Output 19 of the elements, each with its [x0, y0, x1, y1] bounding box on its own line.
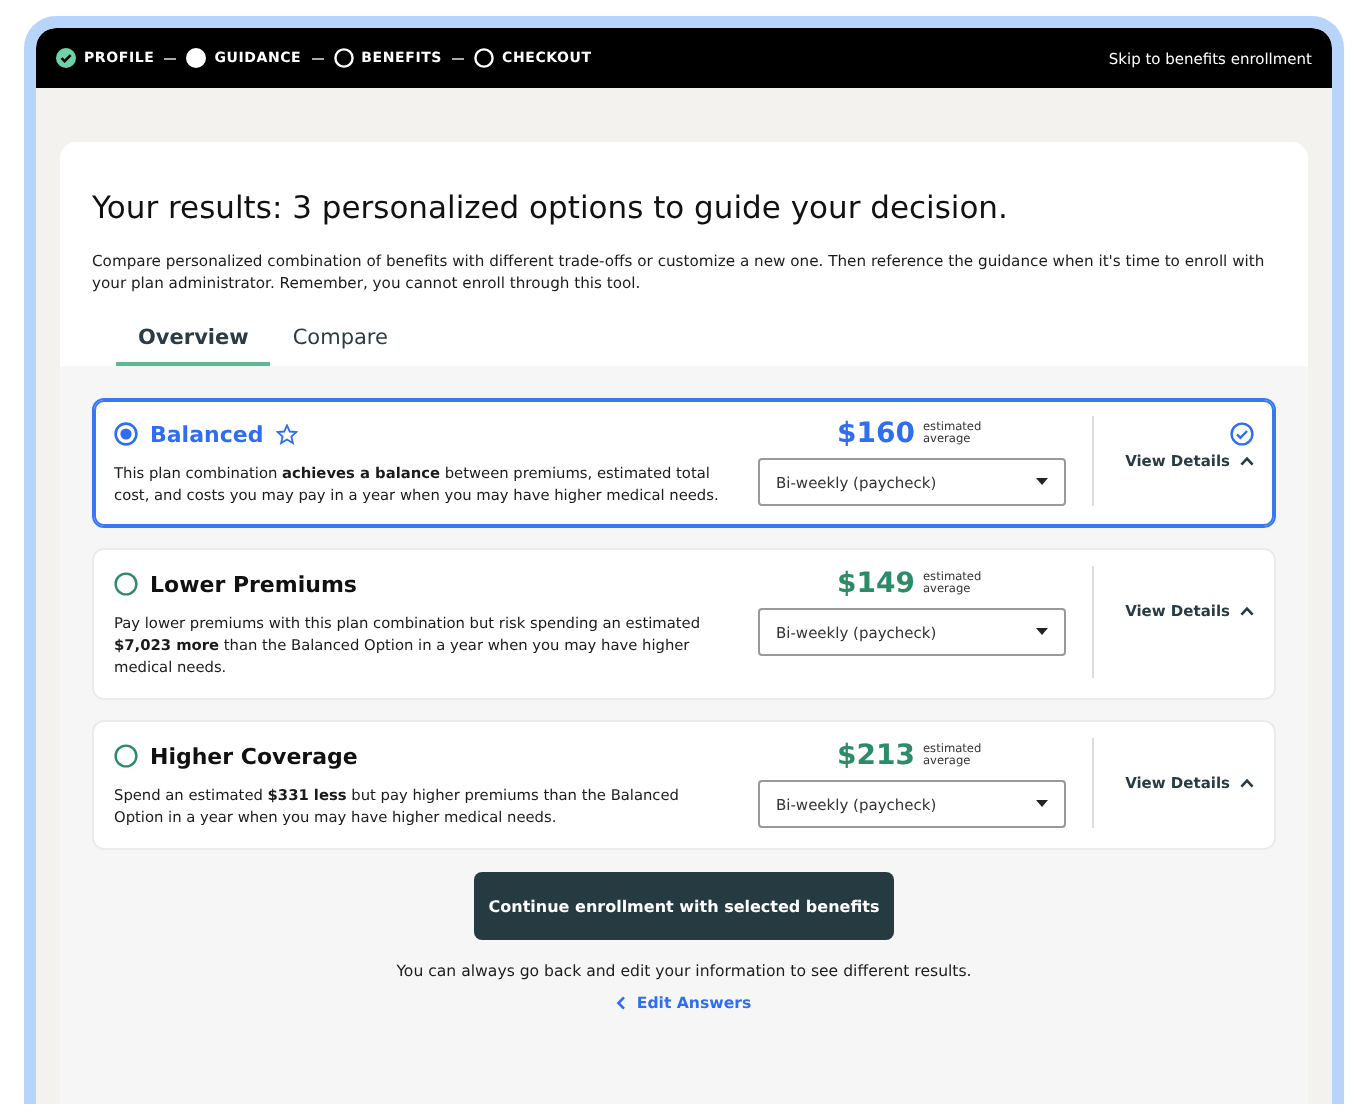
- option-title: Higher Coverage: [150, 743, 358, 769]
- chevron-up-icon: [1240, 456, 1254, 466]
- price: $160: [837, 418, 915, 450]
- option-title: Lower Premiums: [150, 571, 357, 597]
- price: $149: [837, 568, 915, 600]
- chevron-up-icon: [1240, 778, 1254, 788]
- radio-button[interactable]: [114, 422, 138, 446]
- tab[interactable]: Compare: [270, 314, 410, 366]
- continue-button[interactable]: Continue enrollment with selected benefits: [474, 872, 894, 940]
- chevron-left-icon: [616, 996, 627, 1010]
- radio-button[interactable]: [114, 744, 138, 768]
- price: $213: [837, 740, 915, 772]
- caret-icon: [1036, 800, 1048, 808]
- radio-button[interactable]: [114, 572, 138, 596]
- caret-icon: [1036, 628, 1048, 636]
- page-heading: Your results: 3 personalized options to guide your decision.: [92, 190, 1010, 226]
- chevron-up-icon: [1240, 606, 1254, 616]
- caret-icon: [1036, 478, 1048, 486]
- option-title: Balanced: [150, 421, 264, 447]
